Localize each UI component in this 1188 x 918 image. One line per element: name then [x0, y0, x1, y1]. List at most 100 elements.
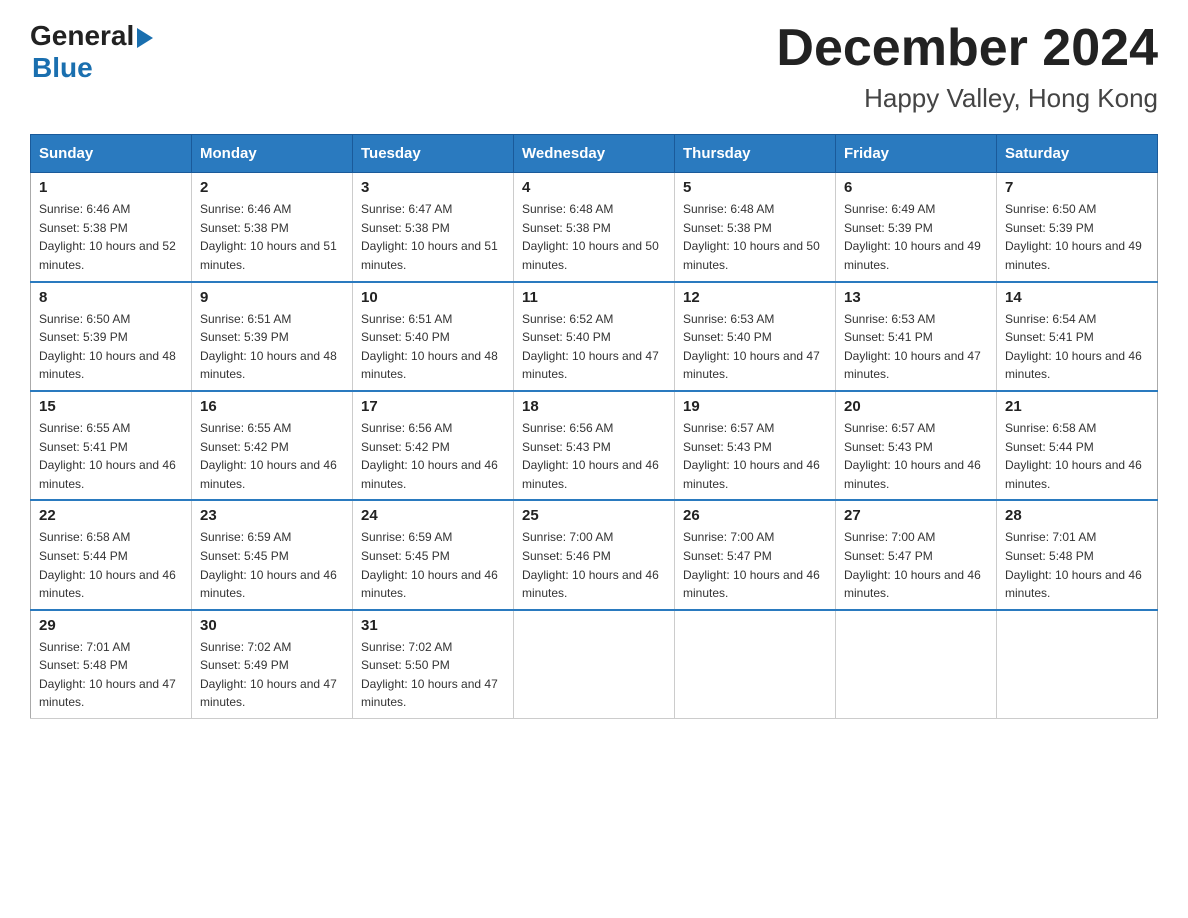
day-number: 30 [200, 617, 344, 634]
day-number: 2 [200, 179, 344, 196]
calendar-cell [675, 610, 836, 719]
calendar-cell: 30 Sunrise: 7:02 AM Sunset: 5:49 PM Dayl… [192, 610, 353, 719]
day-number: 4 [522, 179, 666, 196]
weekday-header-monday: Monday [192, 135, 353, 173]
day-number: 24 [361, 507, 505, 524]
calendar-cell: 11 Sunrise: 6:52 AM Sunset: 5:40 PM Dayl… [514, 282, 675, 391]
calendar-week-row: 15 Sunrise: 6:55 AM Sunset: 5:41 PM Dayl… [31, 391, 1158, 500]
calendar-cell: 9 Sunrise: 6:51 AM Sunset: 5:39 PM Dayli… [192, 282, 353, 391]
calendar-cell: 2 Sunrise: 6:46 AM Sunset: 5:38 PM Dayli… [192, 173, 353, 282]
day-number: 6 [844, 179, 988, 196]
calendar-cell: 10 Sunrise: 6:51 AM Sunset: 5:40 PM Dayl… [353, 282, 514, 391]
weekday-header-thursday: Thursday [675, 135, 836, 173]
calendar-cell: 8 Sunrise: 6:50 AM Sunset: 5:39 PM Dayli… [31, 282, 192, 391]
calendar-cell: 24 Sunrise: 6:59 AM Sunset: 5:45 PM Dayl… [353, 500, 514, 609]
calendar-cell [836, 610, 997, 719]
page-header: General Blue December 2024 Happy Valley,… [30, 20, 1158, 114]
title-block: December 2024 Happy Valley, Hong Kong [776, 20, 1158, 114]
day-info: Sunrise: 6:57 AM Sunset: 5:43 PM Dayligh… [844, 419, 988, 493]
day-number: 7 [1005, 179, 1149, 196]
day-info: Sunrise: 6:57 AM Sunset: 5:43 PM Dayligh… [683, 419, 827, 493]
calendar-cell: 4 Sunrise: 6:48 AM Sunset: 5:38 PM Dayli… [514, 173, 675, 282]
weekday-header-friday: Friday [836, 135, 997, 173]
day-info: Sunrise: 6:55 AM Sunset: 5:41 PM Dayligh… [39, 419, 183, 493]
day-number: 23 [200, 507, 344, 524]
day-info: Sunrise: 6:56 AM Sunset: 5:42 PM Dayligh… [361, 419, 505, 493]
day-info: Sunrise: 7:02 AM Sunset: 5:50 PM Dayligh… [361, 638, 505, 712]
day-number: 12 [683, 289, 827, 306]
day-number: 26 [683, 507, 827, 524]
day-number: 16 [200, 398, 344, 415]
day-info: Sunrise: 6:54 AM Sunset: 5:41 PM Dayligh… [1005, 310, 1149, 384]
day-info: Sunrise: 7:01 AM Sunset: 5:48 PM Dayligh… [39, 638, 183, 712]
calendar-week-row: 22 Sunrise: 6:58 AM Sunset: 5:44 PM Dayl… [31, 500, 1158, 609]
calendar-cell: 22 Sunrise: 6:58 AM Sunset: 5:44 PM Dayl… [31, 500, 192, 609]
day-number: 14 [1005, 289, 1149, 306]
day-info: Sunrise: 6:48 AM Sunset: 5:38 PM Dayligh… [522, 200, 666, 274]
logo-general-text: General [30, 20, 134, 52]
day-number: 18 [522, 398, 666, 415]
day-info: Sunrise: 7:02 AM Sunset: 5:49 PM Dayligh… [200, 638, 344, 712]
day-info: Sunrise: 6:51 AM Sunset: 5:39 PM Dayligh… [200, 310, 344, 384]
calendar-cell: 7 Sunrise: 6:50 AM Sunset: 5:39 PM Dayli… [997, 173, 1158, 282]
calendar-cell: 21 Sunrise: 6:58 AM Sunset: 5:44 PM Dayl… [997, 391, 1158, 500]
calendar-cell: 29 Sunrise: 7:01 AM Sunset: 5:48 PM Dayl… [31, 610, 192, 719]
day-number: 31 [361, 617, 505, 634]
day-info: Sunrise: 6:49 AM Sunset: 5:39 PM Dayligh… [844, 200, 988, 274]
day-info: Sunrise: 6:58 AM Sunset: 5:44 PM Dayligh… [1005, 419, 1149, 493]
day-number: 9 [200, 289, 344, 306]
location-subtitle: Happy Valley, Hong Kong [776, 83, 1158, 114]
calendar-cell: 19 Sunrise: 6:57 AM Sunset: 5:43 PM Dayl… [675, 391, 836, 500]
day-info: Sunrise: 6:47 AM Sunset: 5:38 PM Dayligh… [361, 200, 505, 274]
day-info: Sunrise: 6:55 AM Sunset: 5:42 PM Dayligh… [200, 419, 344, 493]
calendar-cell: 16 Sunrise: 6:55 AM Sunset: 5:42 PM Dayl… [192, 391, 353, 500]
calendar-cell: 26 Sunrise: 7:00 AM Sunset: 5:47 PM Dayl… [675, 500, 836, 609]
calendar-cell: 20 Sunrise: 6:57 AM Sunset: 5:43 PM Dayl… [836, 391, 997, 500]
day-info: Sunrise: 6:59 AM Sunset: 5:45 PM Dayligh… [200, 528, 344, 602]
calendar-week-row: 8 Sunrise: 6:50 AM Sunset: 5:39 PM Dayli… [31, 282, 1158, 391]
day-number: 29 [39, 617, 183, 634]
day-number: 25 [522, 507, 666, 524]
day-info: Sunrise: 6:46 AM Sunset: 5:38 PM Dayligh… [200, 200, 344, 274]
day-info: Sunrise: 6:50 AM Sunset: 5:39 PM Dayligh… [39, 310, 183, 384]
day-number: 19 [683, 398, 827, 415]
day-info: Sunrise: 7:00 AM Sunset: 5:47 PM Dayligh… [844, 528, 988, 602]
day-info: Sunrise: 6:50 AM Sunset: 5:39 PM Dayligh… [1005, 200, 1149, 274]
calendar-week-row: 1 Sunrise: 6:46 AM Sunset: 5:38 PM Dayli… [31, 173, 1158, 282]
weekday-header-tuesday: Tuesday [353, 135, 514, 173]
weekday-header-sunday: Sunday [31, 135, 192, 173]
day-number: 27 [844, 507, 988, 524]
calendar-cell: 31 Sunrise: 7:02 AM Sunset: 5:50 PM Dayl… [353, 610, 514, 719]
calendar-cell [997, 610, 1158, 719]
day-number: 22 [39, 507, 183, 524]
day-info: Sunrise: 6:53 AM Sunset: 5:40 PM Dayligh… [683, 310, 827, 384]
calendar-cell: 13 Sunrise: 6:53 AM Sunset: 5:41 PM Dayl… [836, 282, 997, 391]
day-number: 10 [361, 289, 505, 306]
calendar-cell: 1 Sunrise: 6:46 AM Sunset: 5:38 PM Dayli… [31, 173, 192, 282]
day-info: Sunrise: 6:56 AM Sunset: 5:43 PM Dayligh… [522, 419, 666, 493]
day-number: 8 [39, 289, 183, 306]
calendar-cell: 25 Sunrise: 7:00 AM Sunset: 5:46 PM Dayl… [514, 500, 675, 609]
day-number: 3 [361, 179, 505, 196]
day-info: Sunrise: 7:01 AM Sunset: 5:48 PM Dayligh… [1005, 528, 1149, 602]
calendar-cell: 6 Sunrise: 6:49 AM Sunset: 5:39 PM Dayli… [836, 173, 997, 282]
calendar-cell: 17 Sunrise: 6:56 AM Sunset: 5:42 PM Dayl… [353, 391, 514, 500]
day-info: Sunrise: 6:59 AM Sunset: 5:45 PM Dayligh… [361, 528, 505, 602]
day-number: 13 [844, 289, 988, 306]
day-number: 20 [844, 398, 988, 415]
calendar-cell: 27 Sunrise: 7:00 AM Sunset: 5:47 PM Dayl… [836, 500, 997, 609]
logo[interactable]: General Blue [30, 20, 153, 84]
day-info: Sunrise: 7:00 AM Sunset: 5:47 PM Dayligh… [683, 528, 827, 602]
day-number: 5 [683, 179, 827, 196]
day-info: Sunrise: 6:52 AM Sunset: 5:40 PM Dayligh… [522, 310, 666, 384]
month-year-title: December 2024 [776, 20, 1158, 77]
calendar-cell [514, 610, 675, 719]
day-info: Sunrise: 6:48 AM Sunset: 5:38 PM Dayligh… [683, 200, 827, 274]
calendar-table: SundayMondayTuesdayWednesdayThursdayFrid… [30, 134, 1158, 719]
weekday-header-saturday: Saturday [997, 135, 1158, 173]
calendar-cell: 23 Sunrise: 6:59 AM Sunset: 5:45 PM Dayl… [192, 500, 353, 609]
calendar-cell: 28 Sunrise: 7:01 AM Sunset: 5:48 PM Dayl… [997, 500, 1158, 609]
logo-arrow-icon [137, 28, 153, 48]
day-number: 1 [39, 179, 183, 196]
calendar-cell: 5 Sunrise: 6:48 AM Sunset: 5:38 PM Dayli… [675, 173, 836, 282]
